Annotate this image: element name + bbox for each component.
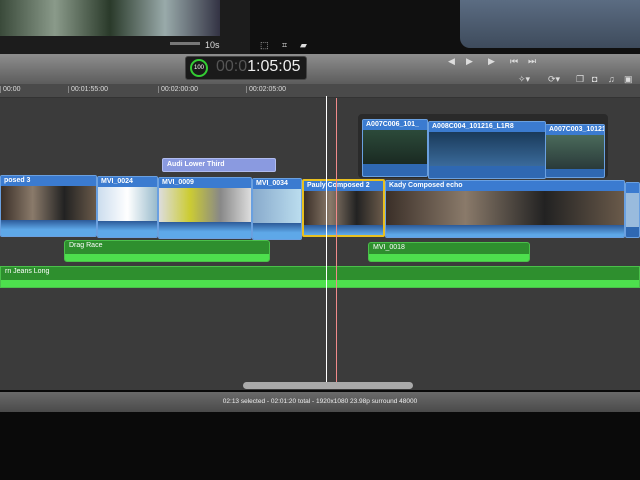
timecode-display[interactable]: 100 00:01:05:05 [185, 56, 307, 80]
go-to-end-icon[interactable]: ⏭ [528, 56, 536, 67]
connected-clip[interactable]: A007C003_10121_ [545, 124, 605, 178]
primary-clip[interactable]: Kady Composed echo [385, 180, 625, 238]
primary-clip[interactable]: MVI_0034 [252, 178, 302, 240]
zoom-label: 10s [205, 40, 220, 50]
zoom-slider[interactable] [170, 42, 200, 45]
music-clip[interactable]: rn Jeans Long [0, 266, 640, 288]
browser-filmstrip[interactable] [0, 0, 220, 36]
progress-ring: 100 [190, 59, 208, 77]
timecode-value: 1:05:05 [247, 58, 301, 75]
music-icon[interactable]: ♫ [608, 74, 615, 84]
next-frame-icon[interactable]: ▶ [466, 56, 473, 67]
horizontal-scrollbar[interactable] [243, 382, 413, 389]
ruler-tick: 00:02:00:00 [158, 86, 198, 93]
go-to-start-icon[interactable]: ⏮ [510, 56, 518, 67]
connected-clip[interactable]: A007C006_101_ [362, 119, 428, 177]
timeline[interactable]: A007C006_101_ A008C004_101216_L1R8 A007C… [0, 96, 640, 390]
ruler-tick: 00:00 [0, 86, 21, 93]
audio-clip[interactable]: MVI_0018 [368, 242, 530, 262]
timeline-ruler[interactable]: 00:00 00:01:55:00 00:02:00:00 00:02:05:0… [0, 84, 640, 98]
transform-icon[interactable]: ⬚ [260, 40, 269, 51]
title-clip[interactable]: Audi Lower Third [162, 158, 276, 172]
viewer-image [460, 0, 640, 48]
primary-clip[interactable]: posed 3 [0, 175, 97, 237]
dashboard-toolbar: ◀ ▶ ▶ ⏮ ⏭ ✧▾ ⟳▾ ❐ ◘ ♫ ▣ [0, 54, 640, 84]
primary-clip[interactable]: MVI_0009 [158, 177, 252, 239]
primary-clip[interactable]: MVI_0024 [97, 176, 158, 238]
playhead[interactable] [326, 96, 327, 384]
photo-icon[interactable]: ◘ [592, 74, 597, 84]
primary-clip[interactable] [625, 182, 640, 238]
connected-clip[interactable]: A008C004_101216_L1R8 [428, 121, 546, 179]
browser-viewer-area: 10s ⬚ ⌗ ▰ [0, 0, 640, 56]
ruler-tick: 00:02:05:00 [246, 86, 286, 93]
audio-clip[interactable]: Drag Race [64, 240, 270, 262]
skimmer [336, 98, 337, 384]
crop-icon[interactable]: ⌗ [282, 40, 287, 51]
distort-icon[interactable]: ▰ [300, 40, 307, 51]
primary-clip-selected[interactable]: Pauly Composed 2 [302, 179, 385, 237]
timecode-prefix: 00:0 [216, 58, 248, 75]
previous-frame-icon[interactable]: ◀ [448, 56, 455, 67]
play-icon[interactable]: ▶ [488, 56, 495, 67]
ruler-tick: 00:01:55:00 [68, 86, 108, 93]
status-bar: 02:13 selected - 02:01:20 total - 1920x1… [0, 392, 640, 412]
